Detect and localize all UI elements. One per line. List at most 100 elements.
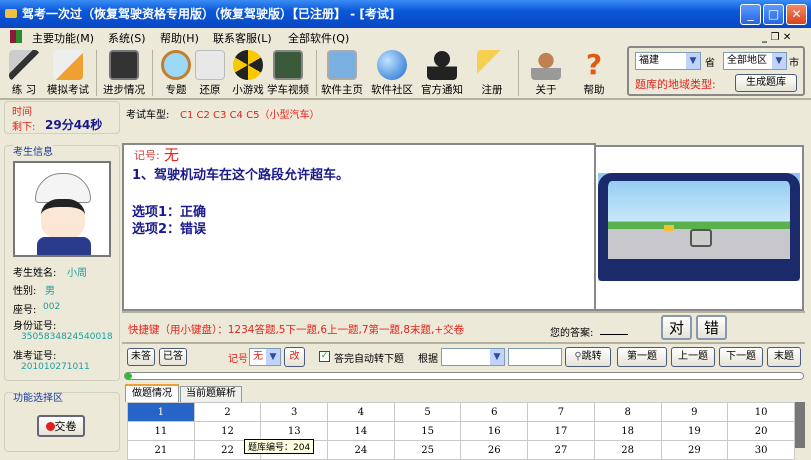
close-button[interactable]: ✕ [786, 4, 807, 25]
question-cell[interactable]: 3 [260, 402, 329, 422]
radiation-icon [233, 50, 263, 80]
driving-video-button[interactable]: 学车视频 [266, 50, 310, 97]
ticket-label: 准考证号: [13, 351, 57, 362]
question-cell[interactable]: 30 [727, 440, 795, 460]
key-icon [477, 50, 507, 80]
separator [518, 50, 519, 96]
jump-button[interactable]: ⚲跳转 [565, 347, 611, 367]
grid-row: 11 12 13 14 15 16 17 18 19 20 [127, 421, 795, 441]
separator [96, 50, 97, 96]
jump-input[interactable] [508, 348, 562, 366]
divider [122, 311, 805, 313]
question-cell[interactable]: 20 [727, 421, 795, 441]
mark-filter-label: 记号 [228, 354, 248, 365]
question-cell[interactable]: 28 [593, 440, 662, 460]
name-value: 小周 [67, 268, 87, 279]
menu-icon [10, 30, 22, 43]
unanswered-button[interactable]: 未答 [127, 348, 155, 366]
province-select[interactable]: 福建 ▼ [635, 52, 701, 70]
divider [0, 98, 811, 100]
answer-label: 您的答案: [550, 328, 594, 339]
practice-button[interactable]: 练 习 [2, 50, 46, 97]
question-cell[interactable]: 25 [393, 440, 462, 460]
progress-button[interactable]: 进步情况 [102, 50, 146, 97]
question-cell[interactable]: 14 [327, 421, 395, 441]
question-cell[interactable]: 18 [593, 421, 662, 441]
mark-select[interactable]: 无 ▼ [249, 348, 281, 366]
chevron-down-icon: ▼ [772, 53, 786, 69]
mock-exam-button[interactable]: 模拟考试 [46, 50, 90, 97]
region-panel: 福建 ▼ 省 全部地区 ▼ 市 题库的地域类型: 生成题库 [627, 46, 805, 96]
grid-row: 1 2 3 4 5 6 7 8 9 10 [127, 402, 795, 422]
question-cell[interactable]: 24 [327, 440, 395, 460]
separator [316, 50, 317, 96]
question-cell[interactable]: 27 [527, 440, 595, 460]
prev-question-button[interactable]: 上一题 [671, 347, 715, 367]
menu-all-software[interactable]: 全部软件(Q) [288, 30, 349, 46]
question-cell[interactable]: 21 [127, 440, 195, 460]
minimize-button[interactable]: _ [740, 4, 761, 25]
mark-value: 无 [164, 146, 180, 164]
pencil-paper-icon [53, 50, 83, 80]
question-cell[interactable]: 2 [193, 402, 262, 422]
shortcut-hint: 快捷键（用小键盘）：1234答题,5下一题,6上一题,7第一题,8末题,+交卷 [128, 324, 465, 336]
progress-fill [125, 373, 132, 379]
maximize-button[interactable]: □ [763, 4, 784, 25]
region-type-label: 题库的地域类型: [635, 78, 716, 91]
menu-main[interactable]: 主要功能(M) [32, 30, 94, 46]
name-label: 考生姓名: [13, 268, 57, 279]
auto-next-checkbox[interactable]: ✓ [319, 351, 330, 362]
question-cell[interactable]: 1 [127, 402, 195, 422]
document-icon [195, 50, 225, 80]
question-cell[interactable]: 9 [660, 402, 729, 422]
change-mark-button[interactable]: 改 [284, 347, 305, 367]
option-2[interactable]: 选项2：错误 [132, 218, 206, 237]
false-button[interactable]: 错 [696, 315, 727, 340]
city-select[interactable]: 全部地区 ▼ [723, 52, 787, 70]
menu-system[interactable]: 系统(S) [108, 30, 146, 46]
help-button[interactable]: ? 帮助 [572, 50, 616, 97]
next-question-button[interactable]: 下一题 [719, 347, 763, 367]
search-by-select[interactable]: ▼ [441, 348, 505, 366]
about-button[interactable]: 关于 [524, 50, 568, 97]
question-cell[interactable]: 4 [327, 402, 395, 422]
person-icon [531, 50, 561, 80]
timer-label: 时间 [12, 107, 32, 118]
submit-exam-button[interactable]: 交卷 [37, 415, 85, 437]
question-cell[interactable]: 8 [593, 402, 662, 422]
question-cell[interactable]: 16 [460, 421, 529, 441]
question-cell[interactable]: 7 [527, 402, 595, 422]
grid-row: 21222324252627282930 [127, 440, 795, 460]
function-panel-title: 功能选择区 [13, 389, 63, 404]
first-question-button[interactable]: 第一题 [617, 347, 667, 367]
answered-button[interactable]: 已答 [159, 348, 187, 366]
tab-explanation[interactable]: 当前题解析 [180, 386, 242, 402]
question-cell[interactable]: 11 [127, 421, 195, 441]
menu-support[interactable]: 联系客服(L) [213, 30, 272, 46]
question-cell[interactable]: 19 [660, 421, 729, 441]
hammer-icon [9, 50, 39, 80]
question-cell[interactable]: 10 [727, 402, 795, 422]
question-cell[interactable]: 17 [527, 421, 595, 441]
mdi-controls[interactable]: _ ❐ ✕ [762, 32, 791, 43]
question-cell[interactable]: 6 [460, 402, 529, 422]
generate-bank-button[interactable]: 生成题库 [735, 74, 797, 92]
menu-help[interactable]: 帮助(H) [160, 30, 199, 46]
last-question-button[interactable]: 末题 [767, 347, 801, 367]
question-cell[interactable]: 29 [660, 440, 729, 460]
scrollbar[interactable] [795, 402, 805, 448]
question-cell[interactable]: 13 [260, 421, 329, 441]
notice-button[interactable]: 官方通知 [420, 50, 464, 97]
homepage-button[interactable]: 软件主页 [320, 50, 364, 97]
question-cell[interactable]: 26 [460, 440, 529, 460]
app-icon [5, 9, 17, 18]
tab-answer-status[interactable]: 做题情况 [125, 384, 179, 402]
question-cell[interactable]: 12 [193, 421, 262, 441]
mini-game-button[interactable]: 小游戏 [226, 50, 270, 97]
community-button[interactable]: 软件社区 [370, 50, 414, 97]
question-cell[interactable]: 15 [393, 421, 462, 441]
true-button[interactable]: 对 [661, 315, 692, 340]
register-button[interactable]: 注册 [470, 50, 514, 97]
question-cell[interactable]: 5 [393, 402, 462, 422]
auto-next-label: 答完自动转下题 [334, 354, 404, 365]
